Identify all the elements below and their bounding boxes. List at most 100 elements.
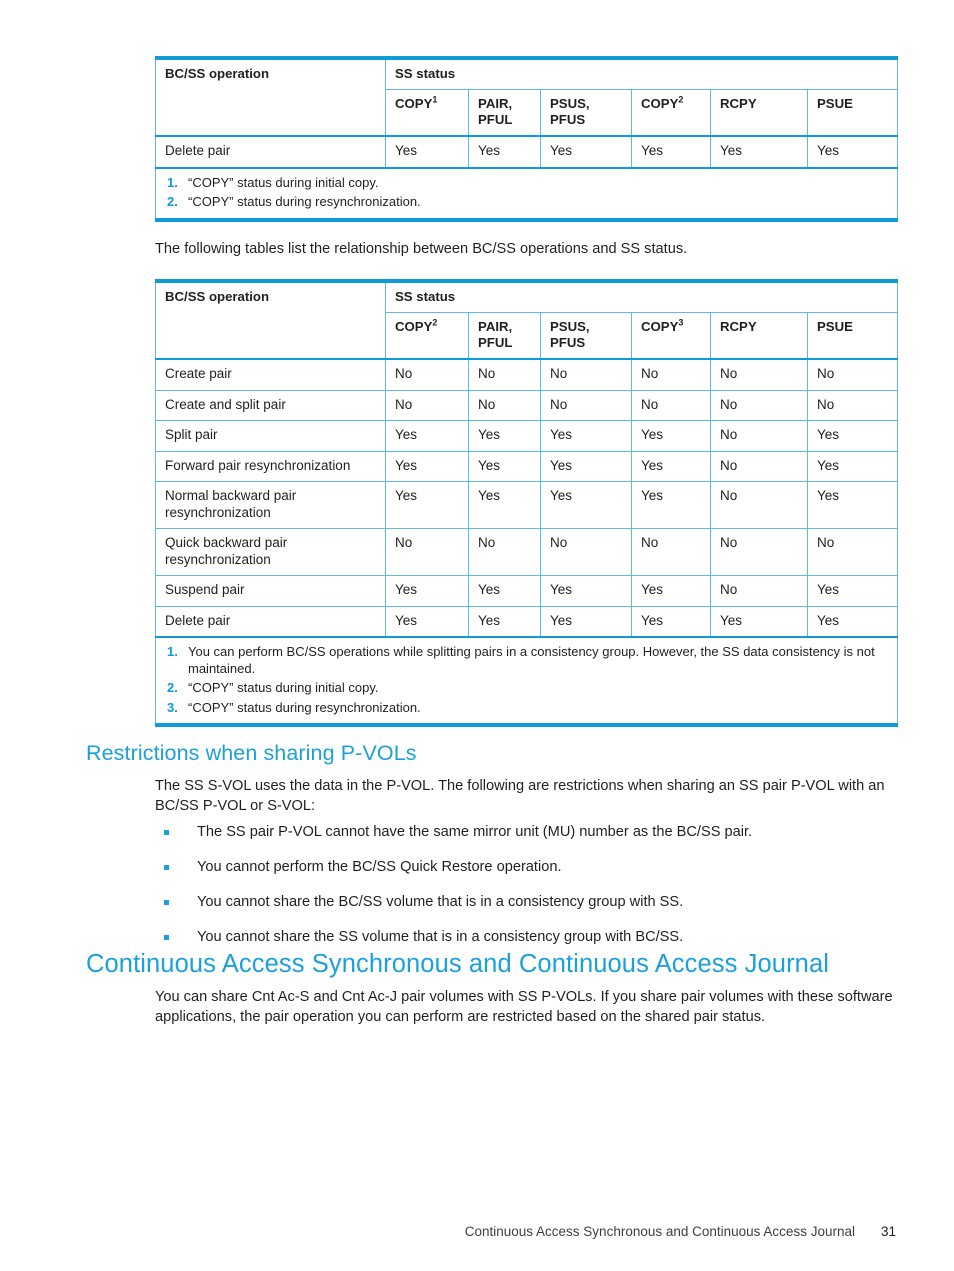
cell-value: No xyxy=(540,358,632,391)
bullet-icon xyxy=(164,899,169,905)
footnote-item: 3. “COPY” status during resynchronizatio… xyxy=(165,700,888,717)
footnote-number: 2. xyxy=(167,194,178,210)
table-row: Create and split pair No No No No No No xyxy=(155,389,899,422)
continuous-access-paragraph: You can share Cnt Ac-S and Cnt Ac-J pair… xyxy=(155,989,893,1025)
col-label: RCPY xyxy=(720,96,757,112)
cell-value: Yes xyxy=(806,575,899,607)
status-table-top: BC/SS operation SS status COPY1 PAIR, PF… xyxy=(154,56,899,222)
cell-value: No xyxy=(806,389,899,422)
footnote-number: 1. xyxy=(167,174,178,190)
cell-value: No xyxy=(710,358,808,391)
table-top-status-group-header: SS status xyxy=(384,57,899,91)
cell-value: No xyxy=(710,481,808,530)
cell-value: Yes xyxy=(540,420,632,452)
cell-value: No xyxy=(710,450,808,483)
table-main-col-header-0: COPY2 xyxy=(385,312,469,361)
table-top-col-header-5: PSUE xyxy=(806,89,899,138)
table-top-col-header-1: PAIR, PFUL xyxy=(468,89,541,138)
cell-value: Yes xyxy=(540,135,632,169)
table-row: Suspend pair Yes Yes Yes Yes No Yes xyxy=(155,575,899,607)
cell-value: No xyxy=(710,575,808,607)
table-top-operation-header: BC/SS operation xyxy=(155,57,386,138)
table-main-group-header-row: BC/SS operation SS status xyxy=(155,280,899,361)
bullet-icon xyxy=(164,864,169,870)
cell-value: No xyxy=(710,528,808,577)
cell-value: No xyxy=(806,358,899,391)
cell-operation: Delete pair xyxy=(155,135,386,169)
col-label: PSUS, PFUS xyxy=(550,96,590,128)
col-label: COPY xyxy=(641,96,679,112)
table-top-footnote-row: 1. “COPY” status during initial copy. 2.… xyxy=(154,166,899,221)
footnote-item: 1. “COPY” status during initial copy. xyxy=(165,175,888,192)
cell-value: Yes xyxy=(385,420,469,452)
cell-operation: Forward pair resynchronization xyxy=(155,450,386,483)
cell-value: Yes xyxy=(631,481,711,530)
footnote-item: 2. “COPY” status during resynchronizatio… xyxy=(165,194,888,211)
cell-operation: Normal backward pair resynchronization xyxy=(155,481,386,530)
footnote-number: 2. xyxy=(167,680,178,696)
cell-value: No xyxy=(540,389,632,422)
cell-value: No xyxy=(385,389,469,422)
document-page: BC/SS operation SS status COPY1 PAIR, PF… xyxy=(0,0,954,1271)
cell-value: Yes xyxy=(385,450,469,483)
footer-running-head: Continuous Access Synchronous and Contin… xyxy=(464,1224,855,1239)
cell-value: Yes xyxy=(806,450,899,483)
cell-value: Yes xyxy=(540,450,632,483)
footnote-number: 3. xyxy=(167,699,178,715)
table-main-col-header-4: RCPY xyxy=(710,312,808,361)
footnote-item: 1. You can perform BC/SS operations whil… xyxy=(165,644,888,677)
cell-value: No xyxy=(631,358,711,391)
footnote-text: “COPY” status during resynchronization. xyxy=(188,699,421,715)
cell-value: No xyxy=(385,528,469,577)
cell-operation: Delete pair xyxy=(155,605,386,638)
table-row: Delete pair Yes Yes Yes Yes Yes Yes xyxy=(155,605,899,638)
col-sup: 2 xyxy=(432,317,438,328)
footnotes-cell: 1. You can perform BC/SS operations whil… xyxy=(154,635,899,726)
cell-value: Yes xyxy=(540,605,632,638)
footnote-item: 2. “COPY” status during initial copy. xyxy=(165,680,888,697)
cell-value: Yes xyxy=(806,135,899,169)
cell-value: Yes xyxy=(540,481,632,530)
cell-operation: Quick backward pair resynchronization xyxy=(155,528,386,577)
footnote-text: “COPY” status during resynchronization. xyxy=(188,194,421,210)
cell-value: Yes xyxy=(385,135,469,169)
cell-value: Yes xyxy=(710,135,808,169)
col-label: PSUE xyxy=(817,96,853,112)
table-main-col-header-1: PAIR, PFUL xyxy=(468,312,541,361)
section-heading-restrictions: Restrictions when sharing P-VOLs xyxy=(86,741,417,765)
cell-value: No xyxy=(631,389,711,422)
cell-value: Yes xyxy=(710,605,808,638)
col-label: COPY xyxy=(395,96,433,112)
table-main-head: BC/SS operation SS status COPY2 PAIR, PF… xyxy=(155,280,899,361)
cell-value: Yes xyxy=(540,575,632,607)
cell-operation: Split pair xyxy=(155,420,386,452)
cell-value: No xyxy=(631,528,711,577)
footnote-list: 1. You can perform BC/SS operations whil… xyxy=(165,644,888,717)
footnote-text: “COPY” status during initial copy. xyxy=(188,680,379,696)
cell-operation: Suspend pair xyxy=(155,575,386,607)
cell-operation: Create pair xyxy=(155,358,386,391)
table-row: Forward pair resynchronization Yes Yes Y… xyxy=(155,450,899,483)
page-number: 31 xyxy=(880,1224,896,1239)
cell-value: No xyxy=(710,389,808,422)
table-row: Delete pair Yes Yes Yes Yes Yes Yes xyxy=(155,135,899,169)
cell-value: Yes xyxy=(385,481,469,530)
section-heading-continuous-access: Continuous Access Synchronous and Contin… xyxy=(86,950,830,978)
cell-value: Yes xyxy=(385,605,469,638)
col-sup: 3 xyxy=(678,317,684,328)
table-top-col-header-0: COPY1 xyxy=(385,89,469,138)
cell-value: No xyxy=(385,358,469,391)
cell-value: Yes xyxy=(806,605,899,638)
table-main-status-group-header: SS status xyxy=(384,280,899,314)
cell-value: Yes xyxy=(806,420,899,452)
table-main-col-header-2: PSUS, PFUS xyxy=(540,312,632,361)
col-label: PAIR, PFUL xyxy=(478,96,513,128)
col-label: PSUS, PFUS xyxy=(550,319,590,351)
cell-value: Yes xyxy=(631,135,711,169)
cell-value: Yes xyxy=(631,420,711,452)
cell-value: Yes xyxy=(631,605,711,638)
table-top-group-header-row: BC/SS operation SS status xyxy=(155,57,899,138)
restrictions-paragraph: The SS S-VOL uses the data in the P-VOL.… xyxy=(155,778,885,814)
list-item: You cannot share the BC/SS volume that i… xyxy=(155,893,905,913)
footnote-number: 1. xyxy=(167,643,178,659)
